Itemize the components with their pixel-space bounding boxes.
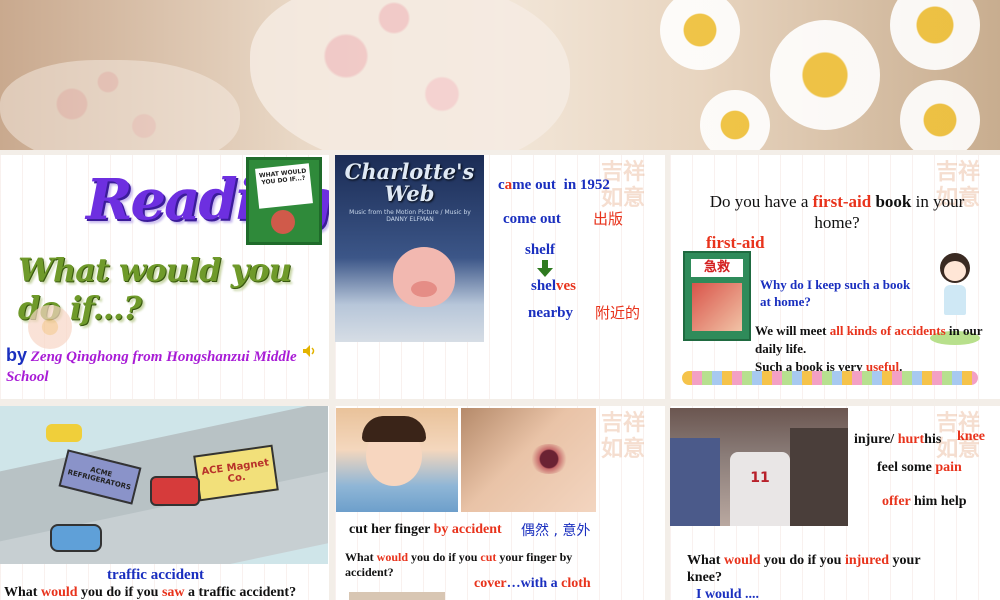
injured-knee-question: What would you do if you injured your kn… <box>687 553 921 585</box>
book-cover-picture <box>692 283 742 331</box>
nearby-term: nearby <box>528 305 573 321</box>
book-cover-text: WHAT WOULD YOU DO IF...? <box>255 163 313 209</box>
pig-image <box>393 247 455 307</box>
by-label: by <box>6 345 28 365</box>
came-out-c: c <box>498 177 505 193</box>
speaker-icon[interactable] <box>302 344 318 358</box>
shelves-suffix: ves <box>556 278 577 294</box>
came-out-rest: me out <box>512 177 556 193</box>
cover-with-cloth-text: cover…with a cloth <box>474 576 591 591</box>
cut-finger-caption: cut her finger by accident <box>349 522 502 537</box>
slide-thumbnail-6[interactable]: 吉祥 如意 11 injure/ hurthis knee feel some … <box>670 406 1000 600</box>
header-photo-banner <box>0 0 1000 150</box>
why-keep-book-text: Why do I keep such a book at home? <box>760 277 911 309</box>
blue-car <box>50 524 102 552</box>
offer-help-text: offer him help <box>882 494 967 509</box>
poster-caption: Music from the Motion Picture / Music by… <box>349 209 471 223</box>
flower-decoration-icon <box>28 305 72 349</box>
slide-thumbnail-5[interactable]: 吉祥 如意 cut her finger by accident 偶然 , 意外… <box>335 406 665 600</box>
first-aid-book-image: 急救 <box>683 251 751 341</box>
accidents-text: We will meet all kinds of accidents in o… <box>755 323 983 374</box>
poster-title: Charlotte's Web <box>344 159 475 206</box>
shelves-stem: shel <box>531 278 557 294</box>
slide-thumbnail-3[interactable]: 吉祥 如意 Do you have a first-aid book in yo… <box>670 155 1000 399</box>
book-cover-title: 急救 <box>691 259 743 277</box>
daisy-flower-icon <box>700 90 770 150</box>
wound <box>529 444 569 474</box>
yellow-car <box>46 424 82 442</box>
player-jersey: 11 <box>730 452 790 526</box>
red-car <box>150 476 200 506</box>
traffic-accident-question: What would you do if you saw a traffic a… <box>4 585 297 600</box>
slide-thumbnail-4[interactable]: ACME REFRIGERATORS ACE Magnet Co. traffi… <box>0 406 329 600</box>
watermark-stamp: 吉祥 如意 <box>600 410 645 462</box>
slide-thumbnail-2[interactable]: 吉祥 如意 Charlotte's Web Music from the Mot… <box>335 155 665 399</box>
daisy-flower-icon <box>770 20 880 130</box>
knee-word: knee <box>957 429 985 444</box>
book-illustration <box>271 210 295 234</box>
daisy-flower-icon <box>900 80 980 150</box>
floral-fabric-image <box>250 0 570 150</box>
crying-girl-photo <box>336 408 458 512</box>
slide-thumbnail-1[interactable]: Reading WHAT WOULD YOU DO IF...? What wo… <box>0 155 329 399</box>
pig-snout <box>411 281 437 297</box>
charlottes-web-poster: Charlotte's Web Music from the Motion Pi… <box>335 155 484 342</box>
daisy-flower-icon <box>890 0 980 70</box>
helper-person <box>790 428 848 526</box>
first-aid-label: first-aid <box>706 233 765 252</box>
bandage-photo <box>349 592 445 600</box>
came-out-year: in 1952 <box>563 177 610 193</box>
traffic-accident-label: traffic accident <box>107 567 205 583</box>
shelf-term: shelf <box>525 242 555 258</box>
folded-cloth-image <box>0 60 240 150</box>
book-cover-image: WHAT WOULD YOU DO IF...? <box>246 157 322 245</box>
cut-finger-photo <box>461 408 596 512</box>
injure-hurt-text: injure/ hurthis <box>854 432 942 447</box>
author-credit: Zeng Qinghong from Hongshanzui Middle Sc… <box>6 349 297 385</box>
come-out-term: come out <box>503 211 561 227</box>
helper-person <box>670 438 720 526</box>
feel-pain-text: feel some pain <box>877 460 962 475</box>
answer-prompt: I would .... <box>696 587 760 600</box>
injured-player-photo: 11 <box>670 408 848 526</box>
first-aid-question: Do you have a first-aid book in your hom… <box>709 192 965 232</box>
by-accident-translation: 偶然 , 意外 <box>521 523 591 539</box>
come-out-translation: 出版 <box>593 210 624 228</box>
daisy-flower-icon <box>660 0 740 70</box>
nearby-translation: 附近的 <box>595 304 641 322</box>
arrow-down-icon <box>537 260 553 277</box>
jersey-number: 11 <box>750 470 770 486</box>
traffic-accident-cartoon: ACME REFRIGERATORS ACE Magnet Co. <box>0 406 328 564</box>
flower-border-decoration <box>682 371 978 385</box>
